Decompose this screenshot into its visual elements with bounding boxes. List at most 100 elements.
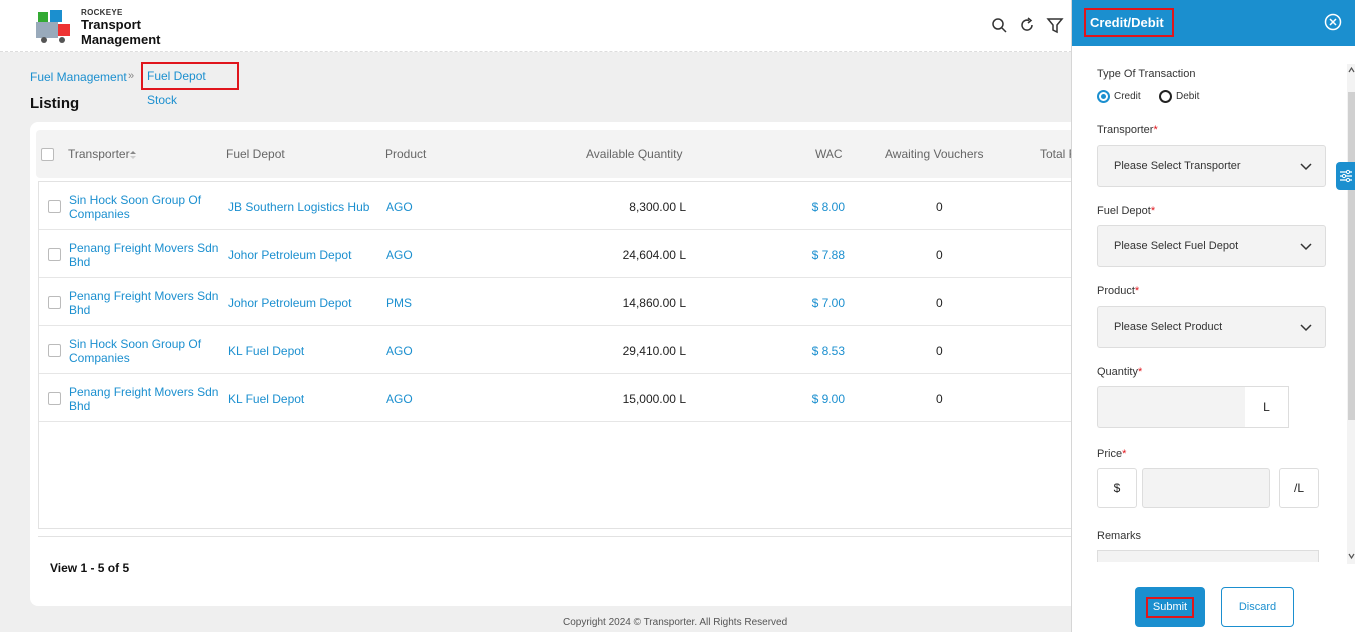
table-footer-divider (38, 536, 1090, 537)
depot-link[interactable]: JB Southern Logistics Hub (228, 200, 369, 214)
awaiting-vouchers: 0 (936, 296, 943, 310)
transporter-link[interactable]: Sin Hock Soon Group Of Companies (69, 337, 219, 365)
pagination-count: View 1 - 5 of 5 (50, 561, 130, 575)
awaiting-vouchers: 0 (936, 392, 943, 406)
product-link[interactable]: AGO (386, 200, 413, 214)
transporter-label: Transporter* (1097, 124, 1158, 136)
wac-link[interactable]: $ 7.00 (779, 296, 845, 310)
price-unit: /L (1279, 468, 1319, 508)
transporter-link[interactable]: Sin Hock Soon Group Of Companies (69, 193, 219, 221)
discard-button[interactable]: Discard (1221, 587, 1294, 627)
breadcrumb-parent[interactable]: Fuel Management (30, 70, 127, 84)
copyright: Copyright 2024 © Transporter. All Rights… (563, 617, 788, 628)
product-select[interactable]: Please Select Product (1097, 306, 1326, 348)
row-checkbox[interactable] (48, 200, 61, 213)
product-label-text: Product (1097, 285, 1135, 297)
settings-tab[interactable] (1336, 162, 1355, 190)
row-checkbox[interactable] (48, 296, 61, 309)
table-body: Sin Hock Soon Group Of Companies JB Sout… (38, 181, 1091, 529)
product-link[interactable]: AGO (386, 248, 413, 262)
table-row: Penang Freight Movers Sdn Bhd KL Fuel De… (39, 374, 1091, 422)
available-quantity: 29,410.00 L (622, 344, 686, 358)
column-product: Product (385, 147, 427, 161)
app-logo (36, 10, 70, 43)
row-checkbox[interactable] (48, 248, 61, 261)
close-icon[interactable] (1324, 13, 1342, 31)
required-mark: * (1153, 124, 1158, 136)
column-transporter[interactable]: Transporter (68, 147, 130, 161)
debit-radio[interactable] (1159, 90, 1172, 103)
credit-radio-label[interactable]: Credit (1114, 91, 1141, 102)
table-row: Sin Hock Soon Group Of Companies JB Sout… (39, 182, 1091, 230)
fuel-depot-label: Fuel Depot* (1097, 205, 1155, 217)
column-wac: WAC (815, 147, 843, 161)
table-header: Transporter Fuel Depot Product Available… (36, 130, 1090, 178)
credit-radio[interactable] (1097, 90, 1110, 103)
fuel-depot-label-text: Fuel Depot (1097, 205, 1151, 217)
credit-debit-panel: Credit/Debit Type Of Transaction Credit … (1071, 0, 1355, 632)
chevron-down-icon (1300, 163, 1312, 171)
product-link[interactable]: AGO (386, 392, 413, 406)
listing-card: Transporter Fuel Depot Product Available… (30, 122, 1091, 606)
remarks-input[interactable] (1097, 550, 1319, 562)
quantity-label-text: Quantity (1097, 366, 1138, 378)
sliders-icon (1340, 169, 1352, 183)
awaiting-vouchers: 0 (936, 200, 943, 214)
debit-radio-label[interactable]: Debit (1176, 91, 1199, 102)
awaiting-vouchers: 0 (936, 344, 943, 358)
brand-small: ROCKEYE (81, 8, 123, 17)
row-checkbox[interactable] (48, 344, 61, 357)
depot-link[interactable]: Johor Petroleum Depot (228, 248, 351, 262)
submit-button-label: Submit (1146, 597, 1194, 618)
depot-link[interactable]: KL Fuel Depot (228, 392, 304, 406)
sort-icon[interactable] (129, 150, 137, 160)
wac-link[interactable]: $ 8.53 (779, 344, 845, 358)
price-label-text: Price (1097, 448, 1123, 460)
row-checkbox[interactable] (48, 392, 61, 405)
fuel-depot-select[interactable]: Please Select Fuel Depot (1097, 225, 1326, 267)
depot-link[interactable]: KL Fuel Depot (228, 344, 304, 358)
submit-button[interactable]: Submit (1135, 587, 1205, 627)
wac-link[interactable]: $ 7.88 (779, 248, 845, 262)
column-available-quantity: Available Quantity (586, 147, 683, 161)
product-label: Product* (1097, 285, 1139, 297)
wac-link[interactable]: $ 9.00 (779, 392, 845, 406)
filter-icon[interactable] (1046, 16, 1064, 34)
search-icon[interactable] (990, 16, 1008, 34)
panel-scrollbar[interactable] (1347, 64, 1355, 564)
chevron-down-icon (1300, 243, 1312, 251)
page-title: Listing (30, 95, 80, 112)
required-mark: * (1137, 366, 1143, 378)
chevron-right-icon: » (128, 70, 135, 82)
wac-link[interactable]: $ 8.00 (779, 200, 845, 214)
column-awaiting-vouchers: Awaiting Vouchers (885, 147, 984, 161)
select-all-checkbox[interactable] (41, 148, 54, 161)
price-input[interactable] (1142, 468, 1270, 508)
panel-header: Credit/Debit (1072, 0, 1355, 46)
table-row: Penang Freight Movers Sdn Bhd Johor Petr… (39, 230, 1091, 278)
required-mark: * (1150, 205, 1156, 217)
quantity-label: Quantity* (1097, 366, 1142, 378)
awaiting-vouchers: 0 (936, 248, 943, 262)
required-mark: * (1134, 285, 1140, 297)
top-bar: ROCKEYE Transport Management (0, 0, 1072, 52)
column-fuel-depot: Fuel Depot (226, 147, 285, 161)
product-link[interactable]: PMS (386, 296, 412, 310)
depot-link[interactable]: Johor Petroleum Depot (228, 296, 351, 310)
price-label: Price* (1097, 448, 1126, 460)
price-currency: $ (1097, 468, 1137, 508)
chevron-down-icon (1300, 324, 1312, 332)
breadcrumb-current[interactable]: Fuel Depot Stock (141, 62, 239, 107)
product-placeholder: Please Select Product (1114, 321, 1223, 333)
transaction-type-label: Type Of Transaction (1097, 68, 1196, 80)
transporter-link[interactable]: Penang Freight Movers Sdn Bhd (69, 241, 219, 269)
refresh-icon[interactable] (1018, 16, 1036, 34)
brand-title: Transport (81, 17, 141, 32)
transporter-link[interactable]: Penang Freight Movers Sdn Bhd (69, 289, 219, 317)
transporter-select[interactable]: Please Select Transporter (1097, 145, 1326, 187)
transporter-placeholder: Please Select Transporter (1114, 160, 1241, 172)
transporter-link[interactable]: Penang Freight Movers Sdn Bhd (69, 385, 219, 413)
remarks-label: Remarks (1097, 530, 1142, 542)
panel-title: Credit/Debit (1084, 8, 1174, 37)
product-link[interactable]: AGO (386, 344, 413, 358)
